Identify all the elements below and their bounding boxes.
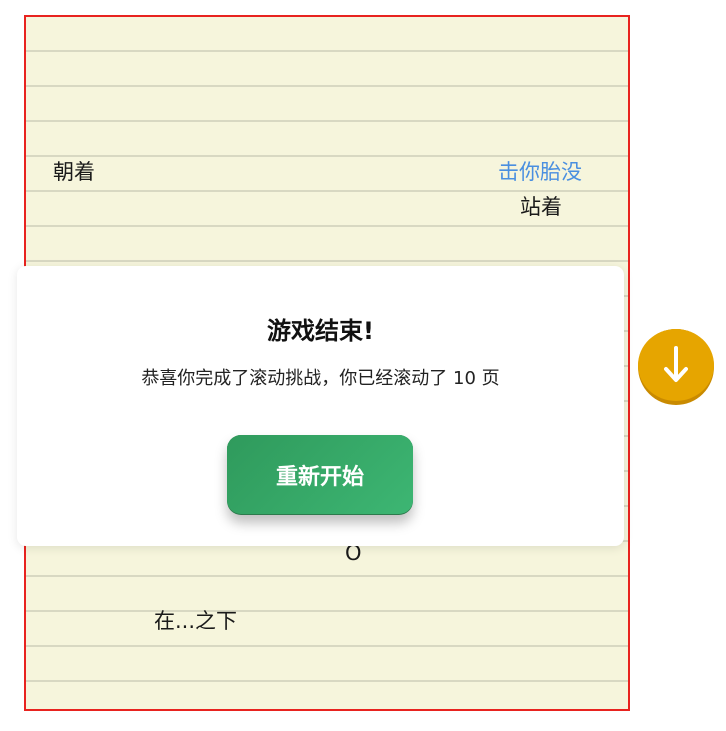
restart-button[interactable]: 重新开始 xyxy=(227,435,413,515)
scroll-down-button[interactable] xyxy=(638,329,714,405)
dialog-title: 游戏结束! xyxy=(267,317,374,345)
restart-button-label: 重新开始 xyxy=(227,435,413,514)
word-item[interactable]: 站着 xyxy=(520,197,562,218)
scroll-down-button-face xyxy=(638,329,714,401)
arrow-down-icon xyxy=(664,346,688,382)
word-item[interactable]: 朝着 xyxy=(53,162,95,183)
game-stage: 朝着 击你胎没 站着 O 在...之下 游戏结束! 恭喜你完成了滚动挑战，你已经… xyxy=(0,0,726,731)
word-item[interactable]: 在...之下 xyxy=(154,611,237,632)
game-over-dialog: 游戏结束! 恭喜你完成了滚动挑战，你已经滚动了 10 页 重新开始 xyxy=(17,266,624,546)
word-item[interactable]: O xyxy=(345,543,362,564)
word-item-highlighted[interactable]: 击你胎没 xyxy=(498,162,582,183)
dialog-message: 恭喜你完成了滚动挑战，你已经滚动了 10 页 xyxy=(141,368,500,389)
